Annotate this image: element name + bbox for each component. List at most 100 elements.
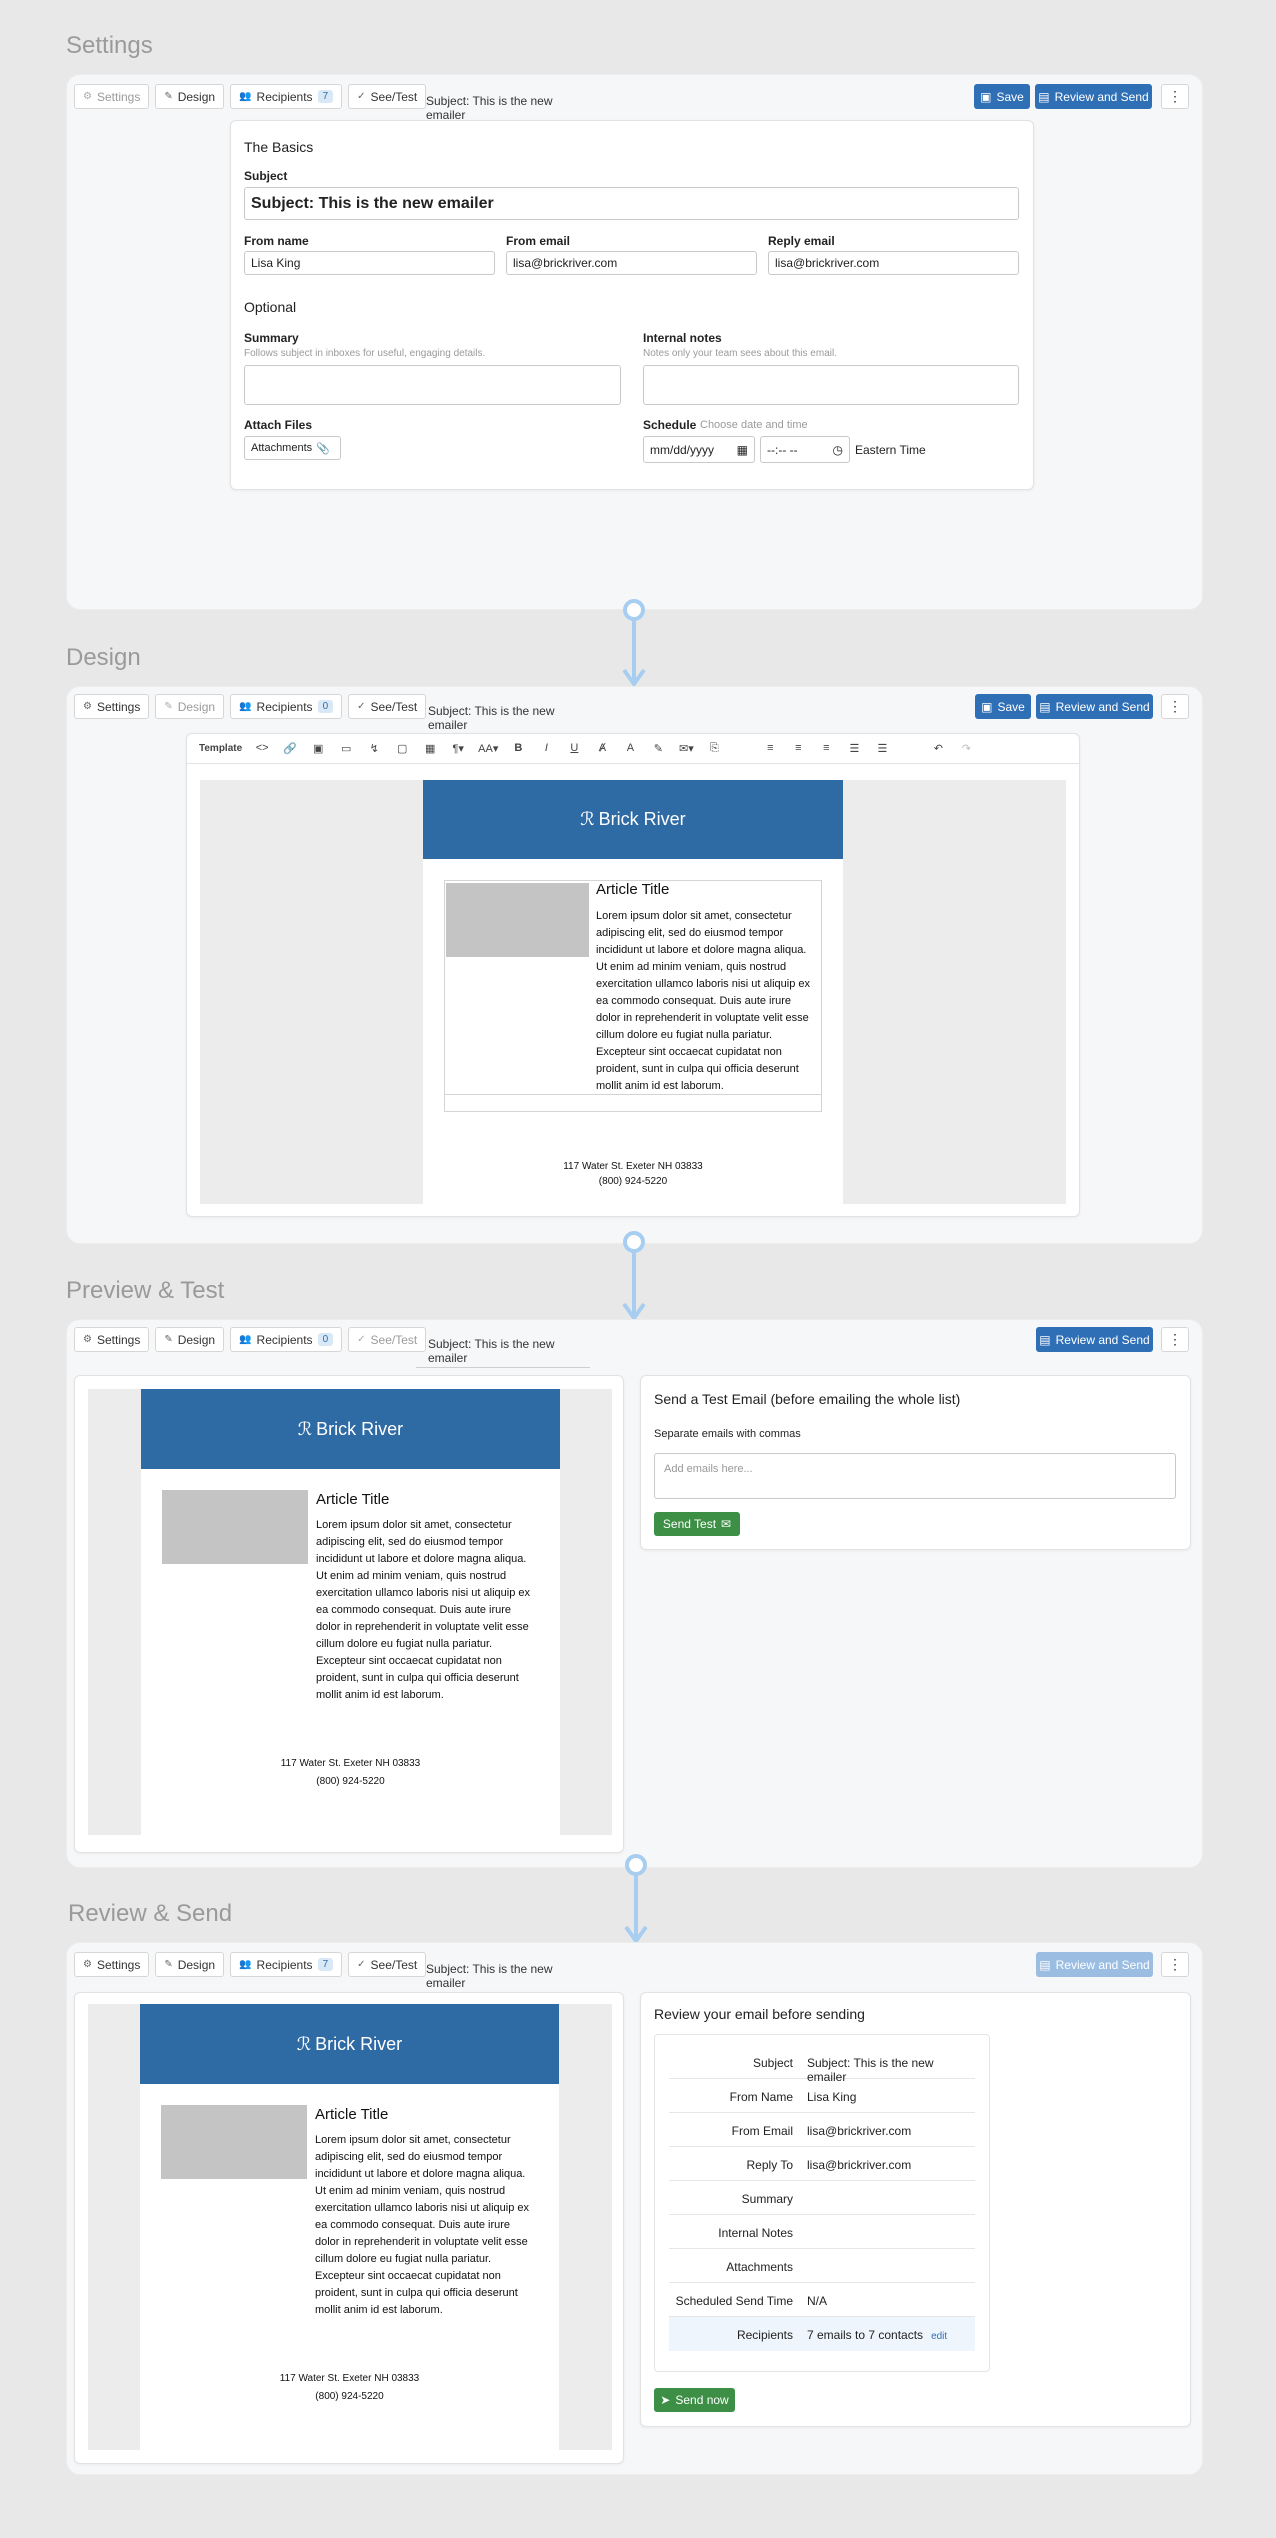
- reply-email-input[interactable]: lisa@brickriver.com: [768, 251, 1019, 275]
- paper-plane-icon: ➤: [660, 2393, 671, 2407]
- summary-label: Summary: [244, 331, 299, 345]
- review-send-button[interactable]: ▤ Review and Send: [1036, 1327, 1153, 1352]
- internal-notes-label: Internal notes: [643, 331, 722, 345]
- from-email-label: From email: [506, 234, 571, 248]
- image-icon[interactable]: ▣: [310, 742, 326, 755]
- test-emails-textarea[interactable]: Add emails here...: [654, 1453, 1176, 1499]
- check-circle-icon: ✓: [357, 1959, 366, 1970]
- review-send-button[interactable]: ▤ Review and Send: [1036, 1952, 1153, 1977]
- tab-settings[interactable]: ⚙ Settings: [74, 1952, 150, 1977]
- paperclip-icon: 📎: [316, 442, 330, 455]
- table-icon[interactable]: ▦: [422, 742, 438, 755]
- email-footer-address: 117 Water St. Exeter NH 03833 (800) 924-5…: [563, 1161, 703, 1187]
- link-icon[interactable]: 🔗: [282, 742, 298, 755]
- section-title-settings: Settings: [66, 32, 153, 59]
- font-size-icon[interactable]: AA▾: [478, 742, 498, 755]
- more-vertical-icon: ⋮: [1168, 1331, 1182, 1347]
- more-options-button[interactable]: ⋮: [1161, 694, 1189, 719]
- tab-design[interactable]: ✎ Design: [155, 84, 225, 109]
- template-button[interactable]: Template: [199, 743, 242, 754]
- subject-label: Subject: [244, 169, 288, 183]
- tab-design[interactable]: ✎ Design: [155, 1952, 225, 1977]
- more-options-button[interactable]: ⋮: [1161, 84, 1189, 109]
- more-options-button[interactable]: ⋮: [1161, 1327, 1189, 1352]
- section-title-review: Review & Send: [68, 1900, 233, 1927]
- tab-design[interactable]: ✎ Design: [155, 694, 225, 719]
- send-mail-icon: ✉: [721, 1517, 732, 1531]
- edit-recipients-link[interactable]: edit: [931, 2331, 947, 2342]
- tab-design[interactable]: ✎ Design: [155, 1327, 225, 1352]
- summary-textarea[interactable]: [244, 365, 621, 405]
- align-center-icon[interactable]: ≡: [790, 742, 806, 754]
- save-button[interactable]: ▣ Save: [975, 694, 1031, 719]
- tab-settings[interactable]: ⚙ Settings: [74, 694, 150, 719]
- email-header: ℛ Brick River: [423, 780, 843, 859]
- recipients-count-badge: 7: [317, 1958, 334, 1971]
- test-email-label: Separate emails with commas: [654, 1428, 801, 1440]
- align-right-icon[interactable]: ≡: [818, 742, 834, 754]
- email-header: ℛ Brick River: [141, 1389, 560, 1469]
- redo-icon[interactable]: ↷: [958, 742, 974, 755]
- text-color-icon[interactable]: A: [622, 742, 638, 754]
- subject-input[interactable]: Subject: This is the new emailer: [244, 187, 1019, 220]
- email-footer-address: 117 Water St. Exeter NH 03833 (800) 924-5…: [279, 2373, 420, 2402]
- brick-river-logo-icon: ℛ: [297, 1418, 313, 1439]
- highlight-icon[interactable]: ✎: [650, 742, 666, 755]
- summary-hint: Follows subject in inboxes for useful, e…: [244, 348, 486, 359]
- button-icon[interactable]: ▢: [394, 742, 410, 755]
- internal-notes-textarea[interactable]: [643, 365, 1019, 405]
- underline-icon[interactable]: U: [566, 742, 582, 754]
- source-icon[interactable]: ⎘: [706, 742, 722, 755]
- article-image-placeholder[interactable]: [446, 883, 589, 957]
- toolbar-divider: [186, 763, 1080, 764]
- ordered-list-icon[interactable]: ☰: [846, 742, 862, 755]
- tab-settings[interactable]: ⚙ Settings: [74, 1327, 150, 1352]
- from-name-input[interactable]: Lisa King: [244, 251, 495, 275]
- align-left-icon[interactable]: ≡: [762, 742, 778, 754]
- test-email-title: Send a Test Email (before emailing the w…: [654, 1391, 961, 1407]
- tab-see-test[interactable]: ✓ See/Test: [348, 1327, 427, 1352]
- send-test-button[interactable]: Send Test ✉: [654, 1512, 740, 1536]
- undo-icon[interactable]: ↶: [930, 742, 946, 755]
- settings-card: [230, 120, 1034, 490]
- tab-recipients[interactable]: 👥 Recipients 0: [230, 694, 343, 719]
- review-row-recipients: Recipients 7 emails to 7 contacts edit: [669, 2317, 975, 2351]
- bullet-list-icon[interactable]: ☰: [874, 742, 890, 755]
- from-email-input[interactable]: lisa@brickriver.com: [506, 251, 757, 275]
- more-vertical-icon: ⋮: [1168, 698, 1182, 714]
- brick-river-logo-icon: ℛ: [296, 2033, 312, 2054]
- gear-icon: ⚙: [83, 1334, 92, 1345]
- tab-see-test[interactable]: ✓ See/Test: [348, 694, 427, 719]
- schedule-date-input[interactable]: mm/dd/yyyy ▦: [643, 436, 755, 463]
- clear-format-icon[interactable]: Ⱥ: [594, 742, 610, 754]
- check-circle-icon: ✓: [357, 1334, 366, 1345]
- attachments-button[interactable]: Attachments 📎: [244, 436, 341, 460]
- tab-recipients[interactable]: 👥 Recipients 0: [230, 1327, 343, 1352]
- pencil-icon: ✎: [164, 1959, 173, 1970]
- step-tabs: ⚙ Settings ✎ Design 👥 Recipients 7 ✓ See/Test: [74, 1952, 427, 1977]
- schedule-time-input[interactable]: --:-- -- ◷: [760, 436, 850, 463]
- schedule-hint: Choose date and time: [700, 419, 808, 431]
- folder-icon[interactable]: ▭: [338, 742, 354, 755]
- tab-recipients[interactable]: 👥 Recipients 7: [230, 1952, 343, 1977]
- review-send-button[interactable]: ▤ Review and Send: [1036, 694, 1153, 719]
- step-tabs: ⚙ Settings ✎ Design 👥 Recipients 0 ✓ See/Test: [74, 1327, 427, 1352]
- tab-settings[interactable]: ⚙ Settings: [74, 84, 150, 109]
- article-title: Article Title: [596, 881, 670, 898]
- from-name-label: From name: [244, 234, 309, 248]
- paragraph-icon[interactable]: ¶▾: [450, 742, 466, 755]
- tab-recipients[interactable]: 👥 Recipients 7: [230, 84, 343, 109]
- brand-icon[interactable]: ↯: [366, 742, 382, 755]
- save-icon: ▣: [980, 89, 992, 104]
- send-now-button[interactable]: ➤ Send now: [654, 2388, 735, 2412]
- timezone-label: Eastern Time: [855, 443, 926, 457]
- more-vertical-icon: ⋮: [1168, 88, 1182, 104]
- more-options-button[interactable]: ⋮: [1161, 1952, 1189, 1977]
- email-merge-icon[interactable]: ✉▾: [678, 742, 694, 755]
- italic-icon[interactable]: I: [538, 742, 554, 754]
- save-button[interactable]: ▣ Save: [974, 84, 1030, 109]
- review-send-button[interactable]: ▤ Review and Send: [1035, 84, 1152, 109]
- gear-icon: ⚙: [83, 1959, 92, 1970]
- bold-icon[interactable]: B: [510, 742, 526, 754]
- code-icon[interactable]: <>: [254, 742, 270, 754]
